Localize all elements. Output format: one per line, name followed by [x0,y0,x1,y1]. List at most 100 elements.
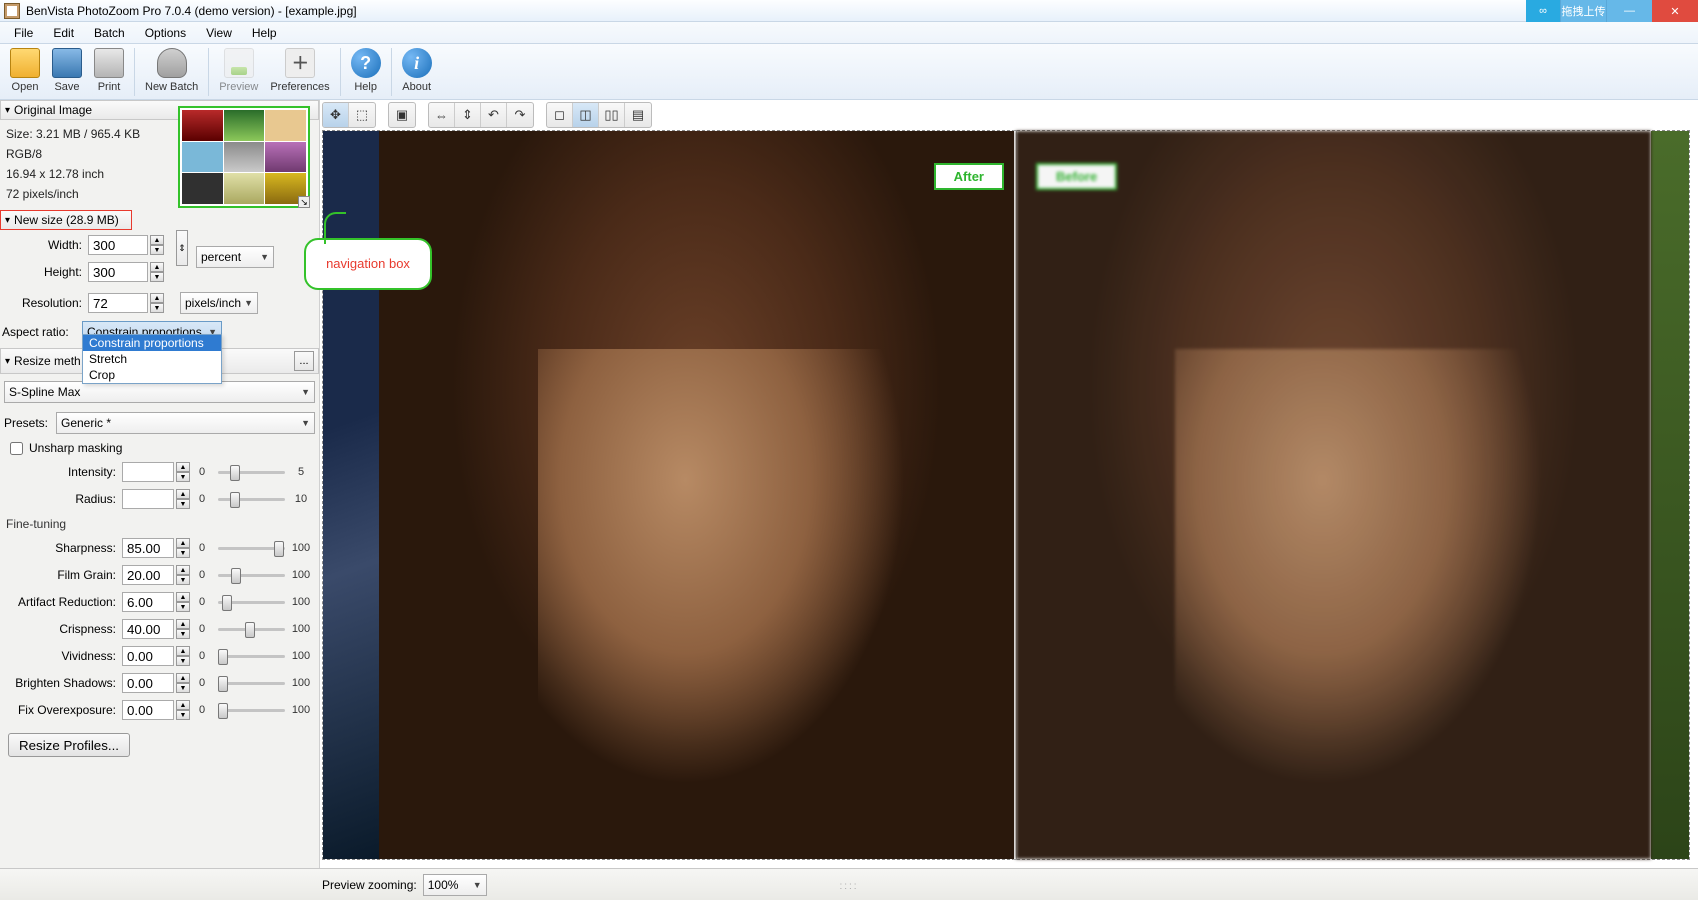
menu-help[interactable]: Help [244,24,285,42]
slider-spinner[interactable]: ▲▼ [176,646,190,666]
aspect-ratio-dropdown[interactable]: Constrain proportions Stretch Crop [82,334,222,384]
chevron-down-icon: ▼ [301,387,310,397]
minimize-button[interactable]: — [1606,0,1652,22]
menu-edit[interactable]: Edit [45,24,82,42]
close-button[interactable]: ✕ [1652,0,1698,22]
unsharp-masking-checkbox[interactable] [10,442,23,455]
toolbar-separator [391,48,392,96]
slider-spinner[interactable]: ▲▼ [176,538,190,558]
unsharp-masking-row: Unsharp masking [0,439,319,457]
about-button[interactable]: iAbout [396,46,438,95]
slider-label: Film Grain: [6,568,116,582]
slider-track[interactable] [218,619,285,639]
preview-icon [224,48,254,78]
resize-method-options-button[interactable]: ... [294,351,314,371]
save-button[interactable]: Save [46,46,88,95]
image-area[interactable]: After Before [322,130,1690,860]
menu-view[interactable]: View [198,24,240,42]
navigation-thumbnail[interactable]: ↘ [178,106,310,208]
view-split-button[interactable]: ◫ [573,103,599,127]
resolution-input[interactable] [88,293,148,313]
slider-input[interactable] [122,700,174,720]
slider-track[interactable] [218,592,285,612]
rotate-right-button[interactable]: ↷ [507,103,533,127]
viewport-toolbar: ✥ ⬚ ▣ ⇔ ⇕ ↶ ↷ ◻ ◫ ▯▯ ▤ [322,102,652,128]
slider-track[interactable] [218,646,285,666]
slider-track[interactable] [218,565,285,585]
resolution-spinner[interactable]: ▲▼ [150,293,164,313]
help-button[interactable]: ?Help [345,46,387,95]
marquee-tool-button[interactable]: ⬚ [349,103,375,127]
zoom-combo[interactable]: 100%▼ [423,874,487,896]
fine-slider-row: Brighten Shadows:▲▼0100 [0,671,319,695]
intensity-slider[interactable] [218,462,285,482]
size-unit-combo[interactable]: percent▼ [196,246,274,268]
presets-combo[interactable]: Generic *▼ [56,412,315,434]
slider-input[interactable] [122,538,174,558]
slider-input[interactable] [122,592,174,612]
chevron-down-icon: ▼ [260,252,269,262]
height-spinner[interactable]: ▲▼ [150,262,164,282]
preferences-icon [285,48,315,78]
method-combo[interactable]: S-Spline Max▼ [4,381,315,403]
intensity-input[interactable] [122,462,174,482]
view-stacked-button[interactable]: ▤ [625,103,651,127]
slider-label: Brighten Shadows: [6,676,116,690]
menu-batch[interactable]: Batch [86,24,133,42]
aspect-option-constrain[interactable]: Constrain proportions [83,335,221,351]
slider-input[interactable] [122,565,174,585]
slider-input[interactable] [122,646,174,666]
share-icon[interactable]: ∞ [1526,0,1560,22]
radius-slider[interactable] [218,489,285,509]
fine-slider-row: Fix Overexposure:▲▼0100 [0,698,319,722]
width-spinner[interactable]: ▲▼ [150,235,164,255]
slider-spinner[interactable]: ▲▼ [176,619,190,639]
crop-tool-button[interactable]: ▣ [389,103,415,127]
resolution-unit-combo[interactable]: pixels/inch▼ [180,292,258,314]
slider-spinner[interactable]: ▲▼ [176,592,190,612]
after-tag: After [934,163,1004,190]
title-text: BenVista PhotoZoom Pro 7.0.4 (demo versi… [26,4,357,18]
slider-input[interactable] [122,673,174,693]
open-button[interactable]: Open [4,46,46,95]
aspect-option-stretch[interactable]: Stretch [83,351,221,367]
expand-nav-button[interactable]: ↘ [298,196,310,208]
slider-spinner[interactable]: ▲▼ [176,565,190,585]
menu-file[interactable]: File [6,24,41,42]
radius-input[interactable] [122,489,174,509]
view-single-button[interactable]: ◻ [547,103,573,127]
slider-input[interactable] [122,619,174,639]
height-input[interactable] [88,262,148,282]
slider-track[interactable] [218,538,285,558]
menu-options[interactable]: Options [137,24,194,42]
resize-profiles-button[interactable]: Resize Profiles... [8,733,130,757]
pan-tool-button[interactable]: ✥ [323,103,349,127]
slider-spinner[interactable]: ▲▼ [176,673,190,693]
flip-horizontal-button[interactable]: ⇔ [429,103,455,127]
new-batch-button[interactable]: New Batch [139,46,204,95]
resize-grip[interactable]: :::: [839,881,858,892]
after-half: After [379,131,1014,859]
presets-row: Presets: Generic *▼ [0,410,319,436]
slider-track[interactable] [218,700,285,720]
slider-track[interactable] [218,673,285,693]
width-label: Width: [6,238,82,252]
preferences-button[interactable]: Preferences [264,46,335,95]
image-strip-right [1651,131,1689,859]
width-input[interactable] [88,235,148,255]
radius-spinner[interactable]: ▲▼ [176,489,190,509]
navigation-box-callout: navigation box [304,238,432,290]
flip-vertical-button[interactable]: ⇕ [455,103,481,127]
drag-upload-button[interactable]: 拖拽上传 [1560,0,1606,22]
link-dimensions-toggle[interactable]: ⇕ [176,230,188,266]
slider-spinner[interactable]: ▲▼ [176,700,190,720]
rotate-left-button[interactable]: ↶ [481,103,507,127]
view-side-by-side-button[interactable]: ▯▯ [599,103,625,127]
preview-button[interactable]: Preview [213,46,264,95]
aspect-option-crop[interactable]: Crop [83,367,221,383]
intensity-spinner[interactable]: ▲▼ [176,462,190,482]
new-size-header[interactable]: ▾New size (28.9 MB) [0,210,132,230]
width-row: Width: ▲▼ [0,233,172,257]
menu-bar: File Edit Batch Options View Help [0,22,1698,44]
print-button[interactable]: Print [88,46,130,95]
